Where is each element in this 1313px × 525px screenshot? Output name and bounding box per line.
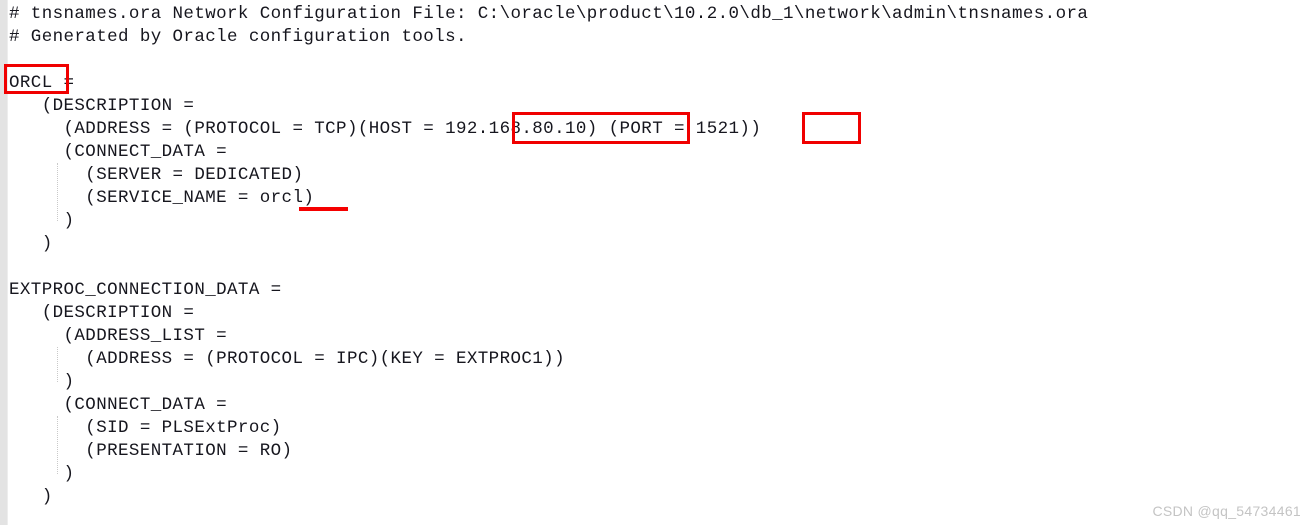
code-line: # tnsnames.ora Network Configuration Fil… (9, 4, 1089, 24)
code-editor-pane: # tnsnames.ora Network Configuration Fil… (0, 0, 1313, 525)
code-line: (SID = PLSExtProc) (9, 418, 282, 438)
code-line: ) (9, 372, 75, 392)
csdn-watermark: CSDN @qq_54734461 (1152, 503, 1301, 519)
editor-gutter (0, 0, 8, 525)
code-line: ) (9, 464, 75, 484)
code-line: (ADDRESS = (PROTOCOL = IPC)(KEY = EXTPRO… (9, 349, 565, 369)
code-line: # Generated by Oracle configuration tool… (9, 27, 467, 47)
code-line: (CONNECT_DATA = (9, 395, 228, 415)
code-line-service-name: (SERVICE_NAME = orcl) (9, 188, 315, 208)
code-line: (SERVER = DEDICATED) (9, 165, 304, 185)
code-line: (DESCRIPTION = (9, 96, 195, 116)
code-text-area[interactable]: # tnsnames.ora Network Configuration Fil… (9, 0, 1313, 525)
code-line: ) (9, 487, 53, 507)
code-line-extproc-alias: EXTPROC_CONNECTION_DATA = (9, 280, 282, 300)
code-line: (CONNECT_DATA = (9, 142, 228, 162)
code-line: (ADDRESS_LIST = (9, 326, 228, 346)
code-line: ) (9, 211, 75, 231)
code-line: (PRESENTATION = RO) (9, 441, 293, 461)
code-line: (DESCRIPTION = (9, 303, 195, 323)
code-line-address: (ADDRESS = (PROTOCOL = TCP)(HOST = 192.1… (9, 119, 762, 139)
code-line: ) (9, 234, 53, 254)
code-line-orcl-alias: ORCL = (9, 73, 75, 93)
